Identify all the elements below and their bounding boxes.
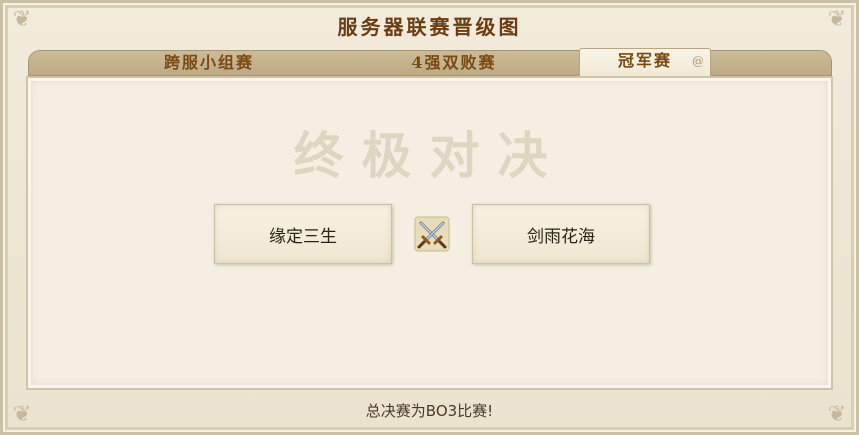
team-left-card[interactable]: 缘定三生 bbox=[214, 204, 392, 264]
crossed-swords-icon bbox=[414, 216, 450, 252]
tab-championship[interactable]: 冠军赛 @ bbox=[579, 48, 711, 77]
tab-championship-label: 冠军赛 bbox=[617, 51, 672, 70]
tab-double-elimination[interactable]: 4强双败赛 bbox=[374, 51, 534, 77]
team-right-card[interactable]: 剑雨花海 bbox=[472, 204, 650, 264]
team-right-name: 剑雨花海 bbox=[527, 226, 595, 247]
tab-group-stage[interactable]: 跨服小组赛 bbox=[124, 51, 294, 77]
team-left-name: 缘定三生 bbox=[269, 226, 337, 247]
tab-bar: 跨服小组赛 4强双败赛 冠军赛 @ bbox=[28, 48, 832, 77]
window-title: 服务器联赛晋级图 bbox=[337, 15, 522, 39]
swirl-ornament-icon: @ bbox=[692, 54, 706, 68]
final-showdown-watermark: 终极对决 bbox=[293, 126, 566, 185]
match-format-note: 总决赛为BO3比赛! bbox=[365, 402, 494, 420]
